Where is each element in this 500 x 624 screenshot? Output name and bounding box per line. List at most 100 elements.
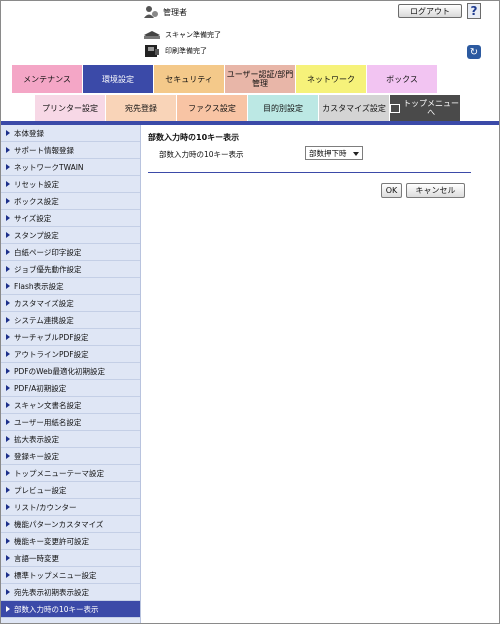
sidebar-item[interactable]: 拡大表示設定 xyxy=(1,431,140,448)
print-status: 印刷準備完了 xyxy=(143,44,207,58)
setting-select[interactable]: 部数押下時 xyxy=(305,146,363,160)
tab-main-3[interactable]: ユーザー認証/部門管理 xyxy=(225,65,296,93)
sidebar-item[interactable]: アウトラインPDF設定 xyxy=(1,346,140,363)
arrow-right-icon xyxy=(6,164,10,170)
refresh-icon: ↻ xyxy=(469,46,479,58)
arrow-right-icon xyxy=(6,504,10,510)
printer-icon xyxy=(145,45,159,57)
sidebar-item-label: PDF/A初期設定 xyxy=(14,383,67,393)
sidebar-item[interactable]: ユーザー用紙名設定 xyxy=(1,414,140,431)
arrow-right-icon xyxy=(6,147,10,153)
arrow-right-icon xyxy=(6,198,10,204)
tab-sub-label: ファクス設定 xyxy=(188,103,236,113)
sidebar-item[interactable]: ジョブ優先動作設定 xyxy=(1,261,140,278)
sidebar-item[interactable]: 白紙ページ印字設定 xyxy=(1,244,140,261)
arrow-right-icon xyxy=(6,487,10,493)
sidebar-item[interactable]: システム連携設定 xyxy=(1,312,140,329)
sidebar-item[interactable]: PDF/A初期設定 xyxy=(1,380,140,397)
sidebar-item-label: サーチャブルPDF設定 xyxy=(14,332,89,342)
sidebar-item[interactable]: Flash表示設定 xyxy=(1,278,140,295)
tab-main-label: メンテナンス xyxy=(23,74,71,84)
sidebar-item[interactable]: 標準トップメニュー設定 xyxy=(1,567,140,584)
sidebar-item-label: ボックス設定 xyxy=(14,196,59,206)
sidebar-item[interactable]: プレビュー設定 xyxy=(1,482,140,499)
tab-sub-label: 目的別設定 xyxy=(263,103,303,113)
tab-sub-2[interactable]: ファクス設定 xyxy=(177,95,248,121)
arrow-right-icon xyxy=(6,351,10,357)
arrow-right-icon xyxy=(6,572,10,578)
section-divider xyxy=(148,172,471,173)
sidebar-item[interactable]: ボックス設定 xyxy=(1,193,140,210)
sidebar-item[interactable]: サーチャブルPDF設定 xyxy=(1,329,140,346)
sidebar-item[interactable]: サイズ設定 xyxy=(1,210,140,227)
arrow-right-icon xyxy=(6,538,10,544)
tab-sub-label: 宛先登録 xyxy=(125,103,157,113)
sidebar-item[interactable]: 機能パターンカスタマイズ xyxy=(1,516,140,533)
arrow-right-icon xyxy=(6,419,10,425)
arrow-right-icon xyxy=(6,453,10,459)
sidebar-item[interactable]: PDFのWeb最適化初期設定 xyxy=(1,363,140,380)
sidebar-item-label: 宛先表示初期表示設定 xyxy=(14,587,89,597)
ok-button[interactable]: OK xyxy=(381,183,402,198)
sidebar-item-label: リスト/カウンター xyxy=(14,502,77,512)
arrow-right-icon xyxy=(6,181,10,187)
sidebar-item-label: スキャン文書名設定 xyxy=(14,400,82,410)
sidebar-item[interactable]: サポート情報登録 xyxy=(1,142,140,159)
tab-main-1[interactable]: 環境設定 xyxy=(83,65,154,93)
tab-main-2[interactable]: セキュリティ xyxy=(154,65,225,93)
chevron-down-icon xyxy=(353,152,359,156)
sidebar-item-label: 機能キー変更許可設定 xyxy=(14,536,89,546)
tab-main-4[interactable]: ネットワーク xyxy=(296,65,367,93)
tab-sub-4[interactable]: カスタマイズ設定 xyxy=(319,95,390,121)
sidebar-item[interactable]: スタンプ設定 xyxy=(1,227,140,244)
arrow-right-icon xyxy=(6,232,10,238)
sidebar-item[interactable]: 本体登録 xyxy=(1,125,140,142)
logout-button[interactable]: ログアウト xyxy=(398,4,462,18)
arrow-right-icon xyxy=(6,606,10,612)
arrow-right-icon xyxy=(6,317,10,323)
sidebar-item-label: アウトラインPDF設定 xyxy=(14,349,89,359)
sidebar-item[interactable]: リセット設定 xyxy=(1,176,140,193)
arrow-right-icon xyxy=(6,300,10,306)
sidebar-item[interactable]: カスタマイズ設定 xyxy=(1,295,140,312)
sidebar-item[interactable]: 機能キー変更許可設定 xyxy=(1,533,140,550)
sidebar: 本体登録 サポート情報登録 ネットワークTWAIN リセット設定ボックス設定サイズ設定… xyxy=(1,125,141,623)
tab-main-label: ネットワーク xyxy=(307,74,355,84)
tab-sub-label: プリンター設定 xyxy=(42,103,98,113)
sidebar-item-label: 機能パターンカスタマイズ xyxy=(14,519,104,529)
sidebar-item[interactable]: スキャン文書名設定 xyxy=(1,397,140,414)
sidebar-item[interactable]: トップメニューテーマ設定 xyxy=(1,465,140,482)
sidebar-item[interactable]: リスト/カウンター xyxy=(1,499,140,516)
sidebar-item[interactable]: 言語一時変更 xyxy=(1,550,140,567)
tab-main-0[interactable]: メンテナンス xyxy=(12,65,83,93)
cancel-button[interactable]: キャンセル xyxy=(406,183,465,198)
sidebar-item-label: プレビュー設定 xyxy=(14,485,67,495)
sidebar-item-label: PDFのWeb最適化初期設定 xyxy=(14,366,105,376)
sidebar-item[interactable]: 宛先表示初期表示設定 xyxy=(1,584,140,601)
scanner-icon xyxy=(144,31,160,39)
arrow-right-icon xyxy=(6,470,10,476)
arrow-right-icon xyxy=(6,402,10,408)
setting-select-value: 部数押下時 xyxy=(309,148,347,158)
tab-sub-label: トップメニューへ xyxy=(403,99,460,117)
print-status-text: 印刷準備完了 xyxy=(165,47,207,55)
sidebar-item[interactable]: ネットワークTWAIN xyxy=(1,159,140,176)
sidebar-item-label: トップメニューテーマ設定 xyxy=(14,468,104,478)
sidebar-item[interactable]: 登録キー設定 xyxy=(1,448,140,465)
sub-tab-bar: プリンター設定 宛先登録 ファクス設定 目的別設定 カスタマイズ設定 トップメニューへ xyxy=(35,95,461,121)
tab-sub-5[interactable]: トップメニューへ xyxy=(390,95,461,121)
tab-main-5[interactable]: ボックス xyxy=(367,65,438,93)
arrow-right-icon xyxy=(6,589,10,595)
scan-status-text: スキャン準備完了 xyxy=(165,31,221,39)
sidebar-item-label: 登録キー設定 xyxy=(14,451,59,461)
refresh-button[interactable]: ↻ xyxy=(467,45,481,59)
help-button[interactable]: ? xyxy=(467,3,481,19)
tab-sub-1[interactable]: 宛先登録 xyxy=(106,95,177,121)
arrow-right-icon xyxy=(6,436,10,442)
arrow-right-icon xyxy=(6,368,10,374)
tab-sub-0[interactable]: プリンター設定 xyxy=(35,95,106,121)
sidebar-item[interactable]: 部数入力時の10キー表示 xyxy=(1,601,140,618)
sidebar-item-label: カスタマイズ設定 xyxy=(14,298,74,308)
tab-sub-3[interactable]: 目的別設定 xyxy=(248,95,319,121)
sidebar-item-label: システム連携設定 xyxy=(14,315,74,325)
